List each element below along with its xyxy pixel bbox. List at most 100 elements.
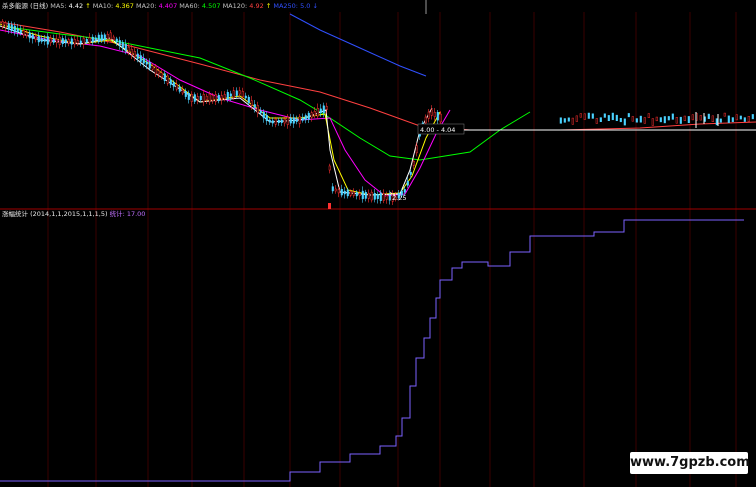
candle-body — [683, 115, 686, 121]
candle-body — [571, 117, 574, 125]
candle-body — [427, 111, 430, 119]
candle-body — [579, 113, 582, 118]
candle-body — [325, 106, 328, 110]
candle-body — [223, 94, 226, 100]
bottom-legend-3: 17.00 — [125, 210, 146, 218]
candle-body — [430, 109, 433, 116]
candle-body — [25, 32, 28, 36]
candle-body — [130, 49, 133, 55]
candle-body — [256, 105, 259, 113]
candle-body — [232, 90, 235, 98]
candle-body — [82, 38, 85, 45]
candle-body — [16, 28, 19, 33]
candle-body — [49, 37, 52, 44]
top-legend-9: MA60: — [177, 2, 200, 10]
candle-body — [337, 189, 340, 194]
top-legend-14: MA250: — [271, 2, 298, 10]
candle-body — [631, 116, 634, 122]
candle-body — [379, 192, 382, 201]
bottom-legend: 涨幅统计 (2014,1,1,2015,1,1,1,5) 统计: 17.00 — [2, 209, 145, 218]
candle-body — [301, 117, 304, 121]
candle-body — [208, 93, 211, 103]
candle-body — [719, 118, 722, 123]
candle-body — [691, 114, 694, 121]
candle-body — [559, 117, 562, 124]
candle-body — [34, 35, 37, 40]
candle-body — [202, 93, 205, 103]
candle-body — [118, 40, 121, 46]
candle-body — [184, 91, 187, 97]
candle-body — [187, 92, 190, 100]
candle-body — [743, 117, 746, 122]
candle-body — [346, 189, 349, 197]
candle-body — [127, 46, 130, 53]
candle-body — [655, 116, 658, 122]
candle-body — [226, 91, 229, 100]
candle-body — [723, 112, 726, 117]
candle-body — [280, 119, 283, 123]
candle-body — [112, 36, 115, 40]
candle-body — [289, 118, 292, 124]
candle-body — [659, 117, 662, 123]
candle-body — [106, 33, 109, 40]
candle-body — [643, 117, 646, 124]
candle-body — [675, 117, 678, 124]
candle-body — [403, 189, 406, 193]
candle-body — [623, 118, 626, 126]
candle-body — [611, 112, 614, 121]
candle-body — [370, 191, 373, 201]
candle-body — [433, 111, 436, 117]
bottom-legend-1: (2014,1,1,2015,1,1,1,5) — [28, 210, 108, 218]
candle-body — [139, 55, 142, 62]
top-legend-7: MA20: — [134, 2, 157, 10]
candle-body — [679, 116, 682, 124]
candle-body — [220, 95, 223, 101]
candle-body — [349, 191, 352, 196]
candle-body — [739, 115, 742, 120]
candle-body — [124, 44, 127, 51]
candle-body — [7, 23, 10, 30]
candle-body — [199, 95, 202, 101]
top-legend-12: 4.92 — [247, 2, 264, 10]
candle-body — [73, 39, 76, 45]
candle-body — [747, 116, 750, 122]
stock-chart[interactable]: 4.00 - 4.04 2.25 杀多能源 (日线) MA5: 4.42 ↑ M… — [0, 0, 756, 487]
candle-body — [136, 53, 139, 59]
candle-body — [322, 105, 325, 114]
candle-body — [247, 96, 250, 104]
candle-body — [361, 190, 364, 200]
candle-body — [238, 90, 241, 95]
ma60-line — [0, 25, 531, 161]
candle-body — [241, 90, 244, 98]
candle-body — [711, 115, 714, 123]
candle-body — [334, 188, 337, 192]
candle-body — [412, 161, 415, 166]
top-legend-6: 4.367 — [113, 2, 134, 10]
candle-body — [298, 116, 301, 124]
candle-body — [244, 95, 247, 99]
candle-body — [599, 117, 602, 123]
candle-body — [19, 29, 22, 34]
candle-body — [607, 115, 610, 122]
price-level-label: 4.00 - 4.04 — [420, 126, 455, 134]
candle-body — [663, 116, 666, 124]
candle-body — [37, 36, 40, 43]
candle-body — [100, 34, 103, 41]
candlestick-series — [1, 19, 754, 206]
candle-body — [409, 171, 412, 175]
candle-body — [166, 75, 169, 84]
candle-body — [715, 118, 718, 126]
candle-body — [274, 118, 277, 125]
candle-body — [178, 86, 181, 92]
candle-body — [382, 193, 385, 201]
candle-body — [307, 112, 310, 120]
top-legend-5: MA10: — [91, 2, 114, 10]
top-legend-13: ↑ — [264, 2, 272, 10]
candle-body — [277, 119, 280, 123]
candle-body — [4, 22, 7, 28]
top-legend-8: 4.407 — [157, 2, 178, 10]
candle-body — [373, 193, 376, 200]
candle-body — [388, 194, 391, 201]
candle-body — [406, 181, 409, 186]
price-annotations: 4.00 - 4.04 2.25 — [389, 123, 756, 202]
